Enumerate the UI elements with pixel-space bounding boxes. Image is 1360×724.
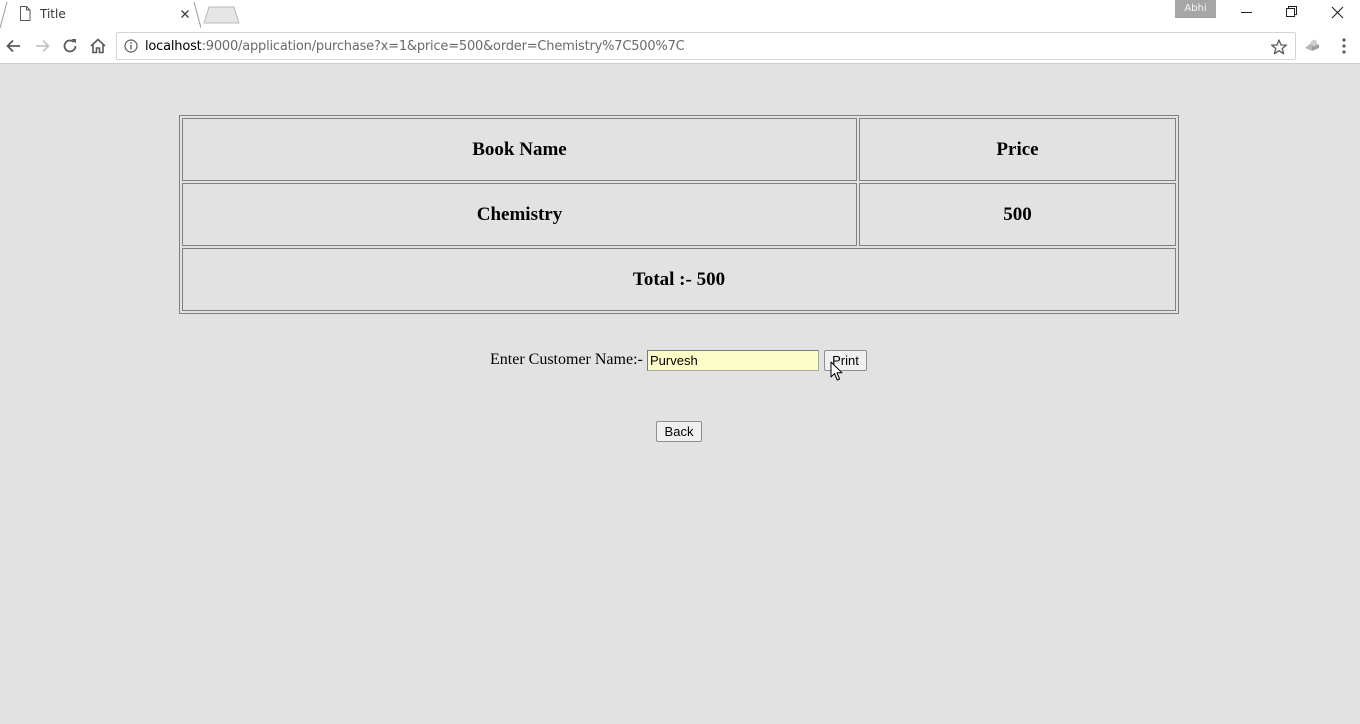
- table-row: Chemistry 500: [182, 183, 1176, 246]
- customer-name-label: Enter Customer Name:-: [490, 351, 643, 368]
- info-icon[interactable]: [124, 39, 138, 53]
- browser-toolbar: localhost:9000/application/purchase?x=1&…: [0, 28, 1360, 64]
- forward-arrow-icon[interactable]: [32, 36, 52, 56]
- customer-form: Enter Customer Name:- Print: [0, 350, 1360, 372]
- total-cell: Total :- 500: [182, 248, 1176, 311]
- reload-icon[interactable]: [60, 36, 80, 56]
- print-button[interactable]: Print: [824, 350, 867, 371]
- tab-edge: [193, 1, 201, 28]
- address-bar[interactable]: localhost:9000/application/purchase?x=1&…: [116, 32, 1296, 60]
- star-icon[interactable]: [1270, 38, 1288, 56]
- close-icon[interactable]: [1315, 0, 1360, 28]
- url-host: localhost: [145, 39, 202, 54]
- profile-badge[interactable]: Abhi: [1175, 0, 1216, 18]
- close-icon[interactable]: [177, 6, 193, 22]
- price-header: Price: [859, 118, 1176, 181]
- page-icon: [20, 6, 31, 21]
- book-name-cell: Chemistry: [182, 183, 857, 246]
- price-cell: 500: [859, 183, 1176, 246]
- home-icon[interactable]: [88, 36, 108, 56]
- back-button[interactable]: Back: [656, 421, 702, 442]
- order-table: Book Name Price Chemistry 500 Total :- 5…: [179, 115, 1179, 314]
- extension-icon[interactable]: [1302, 36, 1322, 56]
- book-name-header: Book Name: [182, 118, 857, 181]
- table-header-row: Book Name Price: [182, 118, 1176, 181]
- tab-title: Title: [40, 7, 66, 21]
- new-tab-button[interactable]: [202, 6, 240, 24]
- customer-name-input[interactable]: [647, 350, 819, 371]
- minimize-icon[interactable]: [1224, 0, 1269, 28]
- tab-edge: [0, 1, 8, 28]
- url-text[interactable]: localhost:9000/application/purchase?x=1&…: [145, 39, 685, 54]
- tab-strip: Title Abhi: [0, 0, 1360, 28]
- browser-tab[interactable]: Title: [0, 0, 201, 28]
- more-vert-icon[interactable]: [1334, 36, 1354, 56]
- url-path: :9000/application/purchase?x=1&price=500…: [201, 39, 685, 54]
- total-row: Total :- 500: [182, 248, 1176, 311]
- restore-icon[interactable]: [1269, 0, 1314, 28]
- back-arrow-icon[interactable]: [4, 36, 24, 56]
